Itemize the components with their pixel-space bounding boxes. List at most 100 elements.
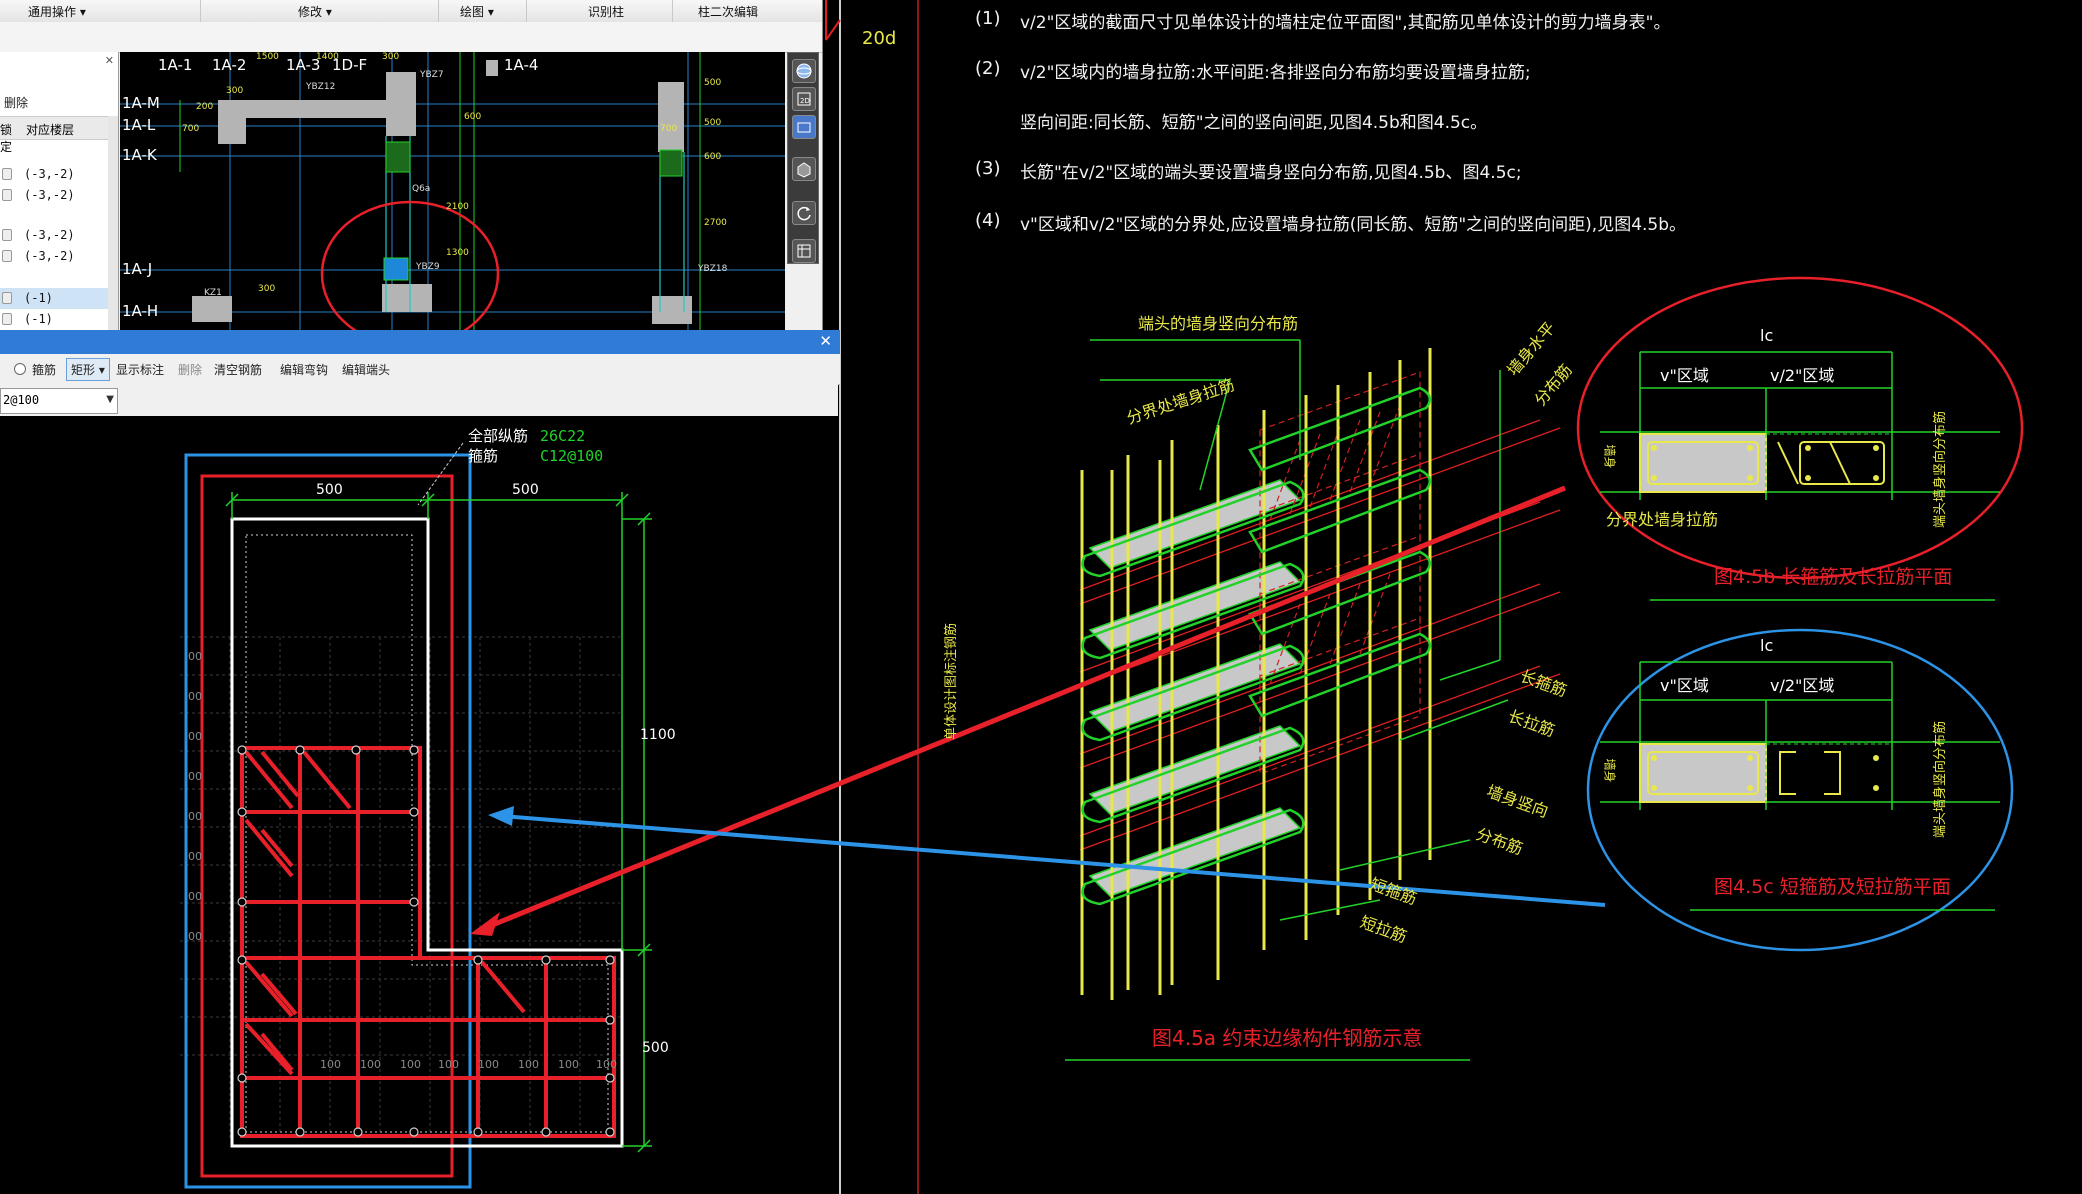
note-1-num: (1)	[975, 8, 1001, 29]
close-icon[interactable]: ✕	[819, 332, 832, 350]
scrollbar[interactable]	[108, 116, 118, 330]
dim-text: 600	[704, 152, 722, 162]
element-label: YBZ18	[698, 264, 728, 274]
clear-rebar-button[interactable]: 清空钢筋	[214, 361, 262, 378]
list-item[interactable]: (-1)	[0, 309, 118, 330]
selected-block	[383, 257, 409, 281]
element-label: YBZ12	[306, 82, 336, 92]
rect-dropdown[interactable]: 矩形 ▾	[66, 358, 110, 381]
col-fixed: 锁定	[0, 123, 13, 154]
dim-text: 300	[382, 52, 400, 62]
red-ellipse	[1576, 276, 2024, 580]
menu-draw[interactable]: 绘图 ▾	[460, 3, 494, 20]
fig-b-detail	[1576, 276, 2024, 601]
menu-general-ops[interactable]: 通用操作 ▾	[28, 3, 86, 20]
dim-text: 1500	[256, 52, 279, 62]
fig-c-title: 图4.5c 短箍筋及短拉筋平面	[1714, 876, 1951, 898]
dim-text: 700	[182, 124, 200, 134]
show-annotation-button[interactable]: 显示标注	[116, 361, 164, 378]
rotate-icon[interactable]	[792, 201, 816, 225]
fig-b-side-left: 墙身	[1602, 444, 1617, 469]
dim-text: 1300	[446, 248, 469, 258]
note-2-num: (2)	[975, 58, 1001, 79]
iso-cage-figure	[1065, 339, 1561, 1061]
orbit-icon[interactable]	[792, 59, 816, 83]
fig-c-side-right: 端头墙身竖向分布筋	[1933, 720, 1949, 839]
menu-identify-column[interactable]: 识别柱	[588, 3, 624, 20]
table-header: 锁定 对应楼层	[0, 116, 118, 154]
table-icon[interactable]	[792, 239, 816, 263]
fig-b-lc: lc	[1760, 326, 1774, 345]
dim-text: 300	[226, 86, 244, 96]
floor-list-panel: ✕ 删除 锁定 对应楼层 (-3,-2) (-3,-2) (-3,-2) (-3…	[0, 52, 119, 330]
stirrup-spec-combo[interactable]: 2@100 ▼	[0, 388, 118, 414]
axis-label: 1A-L	[122, 116, 156, 134]
menu-column-secondary-edit[interactable]: 柱二次编辑	[698, 3, 758, 20]
stirrup-radio[interactable]: 箍筋	[32, 361, 56, 378]
2d-view-icon[interactable]: 2D	[792, 87, 816, 111]
element-label: KZ1	[204, 288, 222, 298]
dialog-title-bar[interactable]: ✕	[0, 330, 840, 354]
lock-icon	[2, 250, 12, 262]
axis-label: 1A-K	[122, 146, 157, 164]
radio-icon[interactable]	[14, 363, 26, 375]
lock-icon	[2, 313, 12, 325]
element-label: Q6a	[412, 184, 431, 194]
axis-label: 1A-J	[122, 260, 153, 278]
lock-icon	[2, 189, 12, 201]
fig-b-title: 图4.5b 长箍筋及长拉筋平面	[1714, 566, 1953, 588]
axis-label: 1A-2	[212, 56, 247, 74]
axis-label: 1A-4	[504, 56, 539, 74]
plan-view-icon[interactable]	[792, 115, 816, 139]
fig-a-title: 图4.5a 约束边缘构件钢筋示意	[1152, 1026, 1423, 1050]
note-1-text: v/2"区域的截面尺寸见单体设计的墙柱定位平面图",其配筋见单体设计的剪力墙身表…	[1020, 13, 1671, 33]
lock-icon	[2, 229, 12, 241]
floor-plan-canvas[interactable]: 1A-1 1A-2 1A-3 1D-F 1A-4 1A-M 1A-L 1A-K …	[120, 52, 785, 330]
fig-b-zone2: v/2"区域	[1770, 366, 1835, 385]
delete-button[interactable]: 删除	[178, 361, 202, 378]
list-item[interactable]: (-3,-2)	[0, 185, 118, 206]
fig-c-lc: lc	[1760, 636, 1774, 655]
list-item[interactable]: (-3,-2)	[0, 225, 118, 246]
edit-hook-button[interactable]: 编辑弯钩	[280, 361, 328, 378]
note-4-num: (4)	[975, 210, 1001, 231]
3d-box-icon[interactable]	[792, 157, 816, 181]
dialog-option-strip	[0, 384, 838, 416]
list-item[interactable]: (-3,-2)	[0, 246, 118, 267]
lock-icon	[2, 292, 12, 304]
list-item[interactable]: (-3,-2)	[0, 164, 118, 185]
list-item-selected[interactable]: (-1)	[0, 288, 118, 309]
element-label: YBZ7	[420, 70, 444, 80]
note-2b-text: 竖向间距:同长筋、短筋"之间的竖向间距,见图4.5b和图4.5c。	[1020, 113, 1488, 133]
fig-b-side-right: 端头墙身竖向分布筋	[1933, 410, 1949, 529]
fig-b-zone1: v"区域	[1660, 366, 1709, 385]
axis-label: 1A-H	[122, 302, 159, 320]
delete-button[interactable]: 删除	[4, 94, 122, 111]
hatch-block	[385, 141, 411, 173]
dim-text: 700	[660, 124, 678, 134]
element-label: YBZ9	[416, 262, 440, 272]
fig-c-side-left: 墙身	[1602, 758, 1617, 783]
svg-text:2D: 2D	[800, 97, 810, 105]
axis-label: 1A-1	[158, 56, 193, 74]
label-end-vertical: 端头的墙身竖向分布筋	[1138, 314, 1299, 333]
top-fragment-20d: 20d	[862, 28, 896, 49]
ribbon-menu-bar: 通用操作 ▾ 修改 ▾ 绘图 ▾ 识别柱 柱二次编辑	[0, 0, 822, 23]
fig-c-zone2: v/2"区域	[1770, 676, 1835, 695]
software-window: 通用操作 ▾ 修改 ▾ 绘图 ▾ 识别柱 柱二次编辑 ✕ 删除 锁定 对应楼层 …	[0, 0, 823, 330]
section-editor-dialog: ✕ 箍筋 矩形 ▾ 显示标注 删除 清空钢筋 编辑弯钩 编辑端头 2@100 ▼	[0, 330, 840, 1194]
ribbon-toolbar	[0, 22, 822, 53]
dim-text: 1400	[316, 52, 339, 62]
note-3-text: 长筋"在v/2"区域的端头要设置墙身竖向分布筋,见图4.5b、图4.5c;	[1020, 163, 1522, 183]
dim-text: 200	[196, 102, 214, 112]
chevron-down-icon: ▼	[106, 394, 114, 405]
dim-text: 500	[704, 78, 722, 88]
close-icon[interactable]: ✕	[105, 54, 114, 67]
fig-c-zone1: v"区域	[1660, 676, 1709, 695]
dim-text: 500	[704, 118, 722, 128]
menu-modify[interactable]: 修改 ▾	[298, 3, 332, 20]
edit-end-button[interactable]: 编辑端头	[342, 361, 390, 378]
dim-text: 300	[258, 284, 276, 294]
dim-text: 600	[464, 112, 482, 122]
lock-icon	[2, 168, 12, 180]
